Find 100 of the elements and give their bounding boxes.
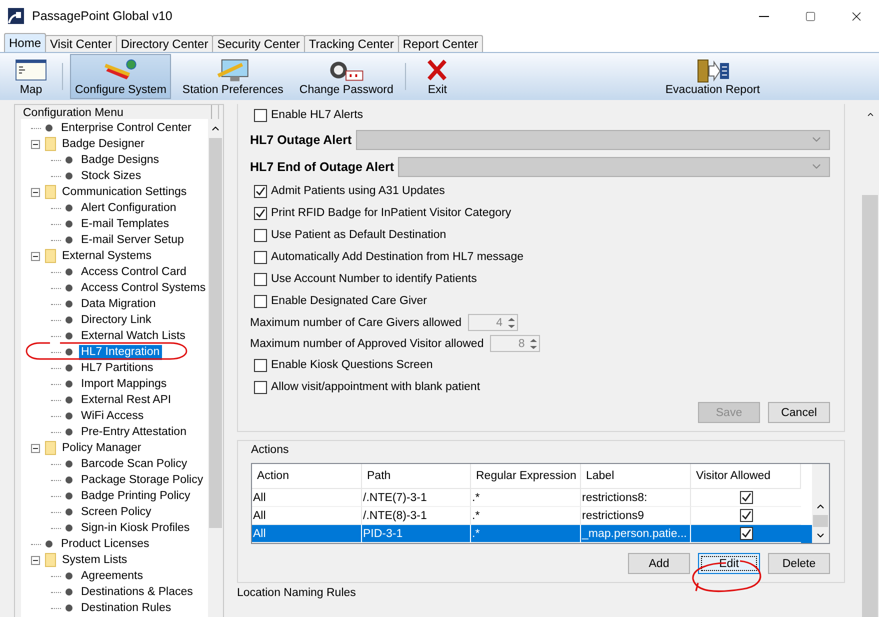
tab[interactable]: Visit Center [45,35,117,52]
toolbar-button[interactable]: Configure System [70,54,172,99]
tree-item[interactable]: Directory Link [79,312,154,328]
tree-item[interactable]: E-mail Server Setup [79,232,186,248]
tree-item[interactable]: Access Control Card [79,264,188,280]
tree-item[interactable]: Badge Designs [79,152,161,168]
table-checkbox[interactable] [740,527,752,540]
scroll-thumb[interactable] [813,515,828,527]
folder-icon [45,441,56,455]
bullet-icon [65,156,73,164]
toolbar-button[interactable]: Exit [413,54,462,99]
tree-item[interactable]: Access Control Systems [79,280,208,296]
checkbox[interactable] [254,294,267,308]
checkbox[interactable] [254,184,267,198]
table-checkbox[interactable] [740,491,752,504]
scroll-thumb[interactable] [862,194,878,617]
checkbox[interactable] [254,272,267,286]
maximize-icon [804,10,816,22]
collapse-icon[interactable] [31,140,40,148]
tree-item[interactable]: Barcode Scan Policy [79,456,190,472]
bullet-icon [65,492,73,500]
table-row[interactable]: All PID-3-1 .* _map.person.patie... [252,525,812,543]
bullet-icon [65,220,73,228]
tree-item[interactable]: External Systems [60,248,154,264]
collapse-icon[interactable] [31,556,40,564]
tree-item[interactable]: Agreements [79,568,146,584]
checkbox-label: Use Patient as Default Destination [271,229,446,241]
spin-arrows-icon [506,316,517,330]
tree-item[interactable]: Badge Printing Policy [79,488,192,504]
table-cell: .* [472,492,480,504]
toolbar-button[interactable]: Station Preferences [177,54,288,99]
collapse-icon[interactable] [31,188,40,196]
table-cell: All [253,492,266,504]
checkbox[interactable] [254,380,267,394]
bullet-icon [65,284,73,292]
tree-item[interactable]: Screen Policy [79,504,154,520]
bullet-icon [65,476,73,484]
bullet-icon [65,460,73,468]
tab[interactable]: Tracking Center [304,35,399,52]
dialog-button[interactable]: Cancel [768,402,830,423]
tree-item[interactable]: Package Storage Policy [79,472,206,488]
tree-item[interactable]: Badge Designer [60,136,146,152]
tree-item[interactable]: Import Mappings [79,376,169,392]
tab[interactable]: Home [4,33,46,52]
table-cell: All [253,510,266,522]
tab[interactable]: Security Center [212,35,305,52]
bullet-icon [65,316,73,324]
spin-arrows-icon [528,336,539,350]
collapse-icon[interactable] [31,252,40,260]
tree-item[interactable]: Enterprise Control Center [59,120,194,136]
tree-item[interactable]: Data Migration [79,296,158,312]
tree-item[interactable]: Pre-Entry Attestation [79,424,188,440]
toolbar-button[interactable]: Map [7,54,55,99]
field-label: Maximum number of Approved Visitor allowed [250,338,484,350]
tree-item[interactable]: External Rest API [79,392,174,408]
scrollbar[interactable] [208,119,223,617]
folder-icon [45,553,56,567]
tree-item[interactable]: Stock Sizes [79,168,144,184]
collapse-icon[interactable] [31,444,40,452]
table-cell: restrictions8: [582,492,648,504]
checkbox-label: Enable Kiosk Questions Screen [271,359,433,371]
field-label: Maximum number of Care Givers allowed [250,316,462,328]
tree-item[interactable]: Communication Settings [60,184,189,200]
group-title: Location Naming Rules [237,587,357,599]
checkbox-label: Allow visit/appointment with blank patient [271,381,480,393]
tab[interactable]: Directory Center [116,35,214,52]
bullet-icon [65,524,73,532]
bullet-icon [65,204,73,212]
exit-icon [426,58,448,82]
tree-item[interactable]: WiFi Access [79,408,146,424]
toolbar-button[interactable]: Evacuation Report [660,54,765,99]
checkbox[interactable] [254,250,267,264]
tree-item[interactable]: Policy Manager [60,440,144,456]
tree-item[interactable]: HL7 Partitions [79,360,156,376]
tree-item[interactable]: E-mail Templates [79,216,171,232]
table-checkbox[interactable] [740,509,752,522]
tree-item[interactable]: Sign-in Kiosk Profiles [79,520,192,536]
tree-item[interactable]: HL7 Integration [79,344,162,360]
scroll-thumb[interactable] [208,138,222,528]
checkbox[interactable] [254,358,267,372]
group-title: Actions [251,444,290,456]
table-action-button[interactable]: Delete [768,553,830,574]
checkbox[interactable] [254,228,267,242]
tree-item[interactable]: Destinations & Places [79,584,195,600]
bullet-icon [65,396,73,404]
checkbox[interactable] [254,206,267,220]
table-cell: All [253,528,266,540]
table-action-button[interactable]: Add [628,553,690,574]
tree-item[interactable]: External Watch Lists [79,328,188,344]
checkbox-label: Admit Patients using A31 Updates [271,185,445,197]
tree-item[interactable]: System Lists [60,552,130,568]
tree-item[interactable]: Destination Rules [79,600,174,616]
toolbar-button[interactable]: Change Password [294,54,398,99]
tab[interactable]: Report Center [398,35,484,52]
tree-item[interactable]: Product Licenses [59,536,152,552]
scrollbar[interactable] [812,464,829,543]
checkbox-label: Automatically Add Destination from HL7 message [271,251,524,263]
bullet-icon [65,348,73,356]
tree-item[interactable]: Alert Configuration [79,200,178,216]
checkbox[interactable] [254,108,267,122]
